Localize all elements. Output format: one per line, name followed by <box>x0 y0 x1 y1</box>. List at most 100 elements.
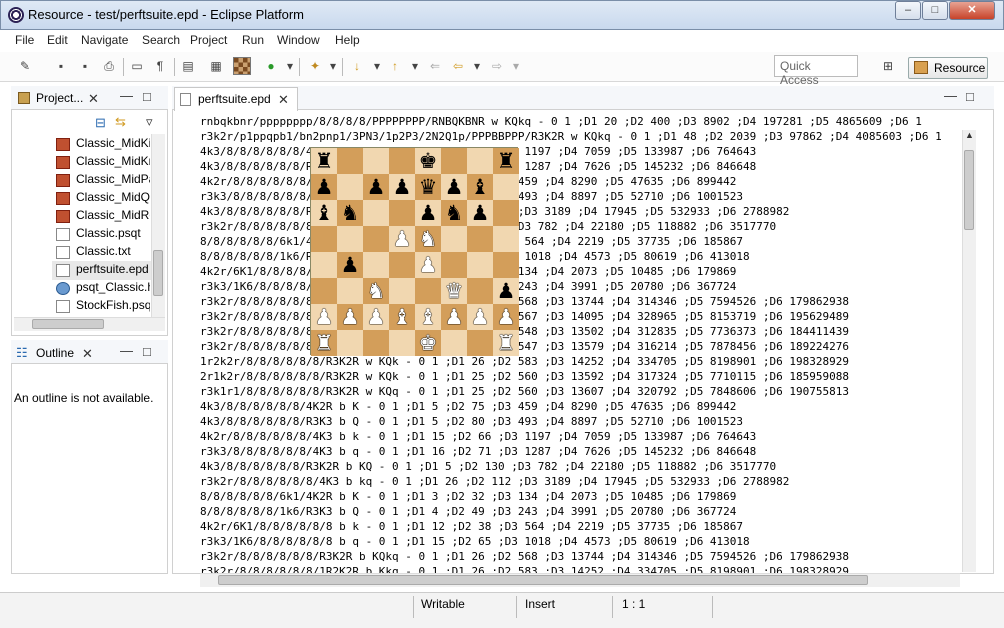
menu-navigate[interactable]: Navigate <box>81 33 128 47</box>
maximize-view-icon[interactable]: □ <box>143 89 151 104</box>
previous-annotation-icon[interactable]: ↑ <box>386 57 404 75</box>
menu-project[interactable]: Project <box>190 33 227 47</box>
board-square <box>337 174 363 200</box>
board-square: ♟ <box>415 252 441 278</box>
window-title: Resource - test/perftsuite.epd - Eclipse… <box>28 7 305 22</box>
chessboard-hover: ♜ ♚ ♜ ♟ ♟ ♟ ♛ ♟ ♝ ♝ ♞ ♟ ♞ ♟ ♟ ♞ ♟ ♟ ♞ ♛ ♟ ♟ ♟ ♟ ♝ ♝ ♟ ♟ ♟ ♜ ♚ ♜ <box>310 147 519 356</box>
run-icon[interactable]: ● <box>262 57 280 75</box>
minimize-button[interactable]: – <box>895 1 921 20</box>
board-square <box>441 330 467 356</box>
white-bishop-icon: ♝ <box>392 305 412 329</box>
forward-icon[interactable]: ⇨ <box>488 57 506 75</box>
tab-perftsuite[interactable]: perftsuite.epd <box>198 92 271 106</box>
next-annotation-dropdown-icon[interactable]: ▾ <box>368 57 386 75</box>
tab-outline[interactable]: Outline <box>36 346 74 360</box>
editor-line[interactable]: r3k2r/p1ppqpb1/bn2pnp1/3PN3/1p2P3/2N2Q1p… <box>200 129 960 144</box>
editor-line[interactable]: r3k3/1K6/8/8/8/8/8/8 b q - 0 1 ;D1 15 ;D… <box>200 534 960 549</box>
next-annotation-icon[interactable]: ↓ <box>348 57 366 75</box>
tree-item-0[interactable]: Classic_MidKi <box>76 136 150 154</box>
editor-line[interactable]: 4k2r/6K1/8/8/8/8/8/8 b k - 0 1 ;D1 12 ;D… <box>200 519 960 534</box>
engine-icon[interactable]: ▦ <box>207 57 225 75</box>
editor-line[interactable]: 1r2k2r/8/8/8/8/8/8/R3K2R w KQk - 0 1 ;D1… <box>200 354 960 369</box>
show-whitespace-icon[interactable]: ¶ <box>151 57 169 75</box>
minimize-view-icon[interactable]: — <box>120 88 133 103</box>
save-icon[interactable]: ▪ <box>52 57 70 75</box>
editor-line[interactable]: 8/8/8/8/8/8/1k6/R3K3 b Q - 0 1 ;D1 4 ;D2… <box>200 504 960 519</box>
editor-line[interactable]: 8/8/8/8/8/8/6k1/4K2R b K - 0 1 ;D1 3 ;D2… <box>200 489 960 504</box>
close-editor-icon[interactable]: ✕ <box>278 92 289 108</box>
build-icon[interactable]: ✦ <box>306 57 324 75</box>
editor-line[interactable]: 4k3/8/8/8/8/8/8/R3K2R b KQ - 0 1 ;D1 5 ;… <box>200 459 960 474</box>
tree-item-8[interactable]: psqt_Classic.h <box>76 280 150 298</box>
explorer-vertical-thumb[interactable] <box>153 250 163 296</box>
menu-window[interactable]: Window <box>277 33 320 47</box>
menu-search[interactable]: Search <box>142 33 180 47</box>
board-square: ♟ <box>467 304 493 330</box>
editor-line[interactable]: r3k3/8/8/8/8/8/8/4K3 b q - 0 1 ;D1 16 ;D… <box>200 444 960 459</box>
editor-line[interactable]: 4k3/8/8/8/8/8/8/R3K3 b Q - 0 1 ;D1 5 ;D2… <box>200 414 960 429</box>
scroll-up-icon[interactable]: ▲ <box>965 130 974 140</box>
save-all-icon[interactable]: ▪ <box>76 57 94 75</box>
editor-line[interactable]: r3k2r/8/8/8/8/8/8/R3K2R b KQkq - 0 1 ;D1… <box>200 549 960 564</box>
explorer-horizontal-thumb[interactable] <box>32 319 104 329</box>
board-square: ♟ <box>363 174 389 200</box>
tree-item-9[interactable]: StockFish.psq <box>76 298 150 316</box>
tree-item-7[interactable]: perftsuite.epd <box>76 262 150 280</box>
maximize-button[interactable]: □ <box>922 1 948 20</box>
board-square <box>311 252 337 278</box>
quick-access-input[interactable]: Quick Access <box>774 55 858 87</box>
editor-vertical-thumb[interactable] <box>964 150 974 230</box>
white-pawn-icon: ♟ <box>496 305 516 329</box>
editor-line[interactable]: r3k1r1/8/8/8/8/8/8/R3K2R w KQq - 0 1 ;D1… <box>200 384 960 399</box>
editor-line[interactable]: r3k2r/8/8/8/8/8/8/4K3 b kq - 0 1 ;D1 26 … <box>200 474 960 489</box>
build-dropdown-icon[interactable]: ▾ <box>324 57 342 75</box>
forward-dropdown-icon[interactable]: ▾ <box>507 57 525 75</box>
maximize-outline-icon[interactable]: □ <box>143 344 151 359</box>
chessboard-icon[interactable] <box>233 57 251 75</box>
board-square <box>337 278 363 304</box>
close-button[interactable]: ✕ <box>949 1 995 20</box>
tree-item-6[interactable]: Classic.txt <box>76 244 150 262</box>
minimize-outline-icon[interactable]: — <box>120 343 133 358</box>
tree-item-4[interactable]: Classic_MidRo <box>76 208 150 226</box>
board-square: ♟ <box>337 252 363 278</box>
white-pawn-icon: ♟ <box>418 253 438 277</box>
editor-line[interactable]: 2r1k2r/8/8/8/8/8/8/R3K2R w KQk - 0 1 ;D1… <box>200 369 960 384</box>
back-icon[interactable]: ⇦ <box>449 57 467 75</box>
outline-icon: ☷ <box>16 345 28 360</box>
close-view-icon[interactable]: ✕ <box>88 91 99 107</box>
menu-help[interactable]: Help <box>335 33 360 47</box>
minimize-editor-icon[interactable]: — <box>944 88 957 103</box>
tree-item-2[interactable]: Classic_MidPa <box>76 172 150 190</box>
collapse-all-icon[interactable]: ⊟ <box>95 115 106 131</box>
maximize-editor-icon[interactable]: □ <box>966 89 974 104</box>
menu-file[interactable]: File <box>15 33 34 47</box>
menu-edit[interactable]: Edit <box>47 33 68 47</box>
previous-annotation-dropdown-icon[interactable]: ▾ <box>406 57 424 75</box>
board-square: ♚ <box>415 330 441 356</box>
tree-item-5[interactable]: Classic.psqt <box>76 226 150 244</box>
open-perspective-icon[interactable]: ⊞ <box>879 57 897 75</box>
back-dropdown-icon[interactable]: ▾ <box>468 57 486 75</box>
board-square <box>493 174 519 200</box>
toggle-block-icon[interactable]: ▭ <box>128 57 146 75</box>
menu-run[interactable]: Run <box>242 33 264 47</box>
board-square: ♟ <box>415 200 441 226</box>
editor-line[interactable]: rnbqkbnr/pppppppp/8/8/8/8/PPPPPPPP/RNBQK… <box>200 114 960 129</box>
link-with-editor-icon[interactable]: ⇆ <box>115 114 126 130</box>
tree-item-3[interactable]: Classic_MidQu <box>76 190 150 208</box>
close-outline-icon[interactable]: ✕ <box>82 346 93 362</box>
editor-line[interactable]: 4k2r/8/8/8/8/8/8/4K3 b k - 0 1 ;D1 15 ;D… <box>200 429 960 444</box>
suite-icon[interactable]: ▤ <box>179 57 197 75</box>
print-icon[interactable]: ⎙ <box>100 57 118 75</box>
run-dropdown-icon[interactable]: ▾ <box>281 57 299 75</box>
new-file-icon[interactable]: ✎ <box>16 57 34 75</box>
black-rook-icon: ♜ <box>314 149 334 173</box>
tab-project-explorer[interactable]: Project... <box>36 91 83 105</box>
text-file-icon <box>56 246 70 259</box>
editor-line[interactable]: 4k3/8/8/8/8/8/8/4K2R b K - 0 1 ;D1 5 ;D2… <box>200 399 960 414</box>
editor-horizontal-thumb[interactable] <box>218 575 868 585</box>
last-edit-location-icon[interactable]: ⇐ <box>426 57 444 75</box>
view-menu-icon[interactable]: ▿ <box>146 114 153 130</box>
tree-item-1[interactable]: Classic_MidKr <box>76 154 150 172</box>
